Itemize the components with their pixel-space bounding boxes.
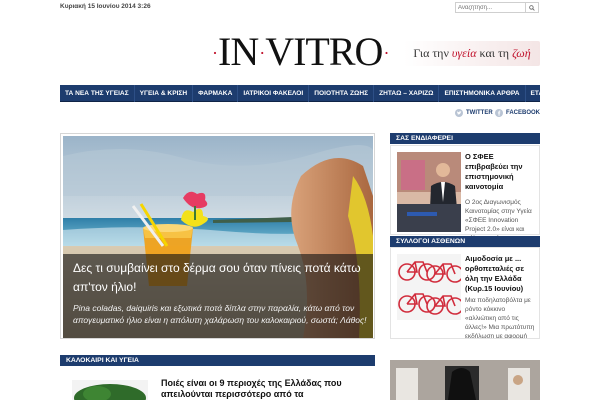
sidebar-article-sfee-title[interactable]: Ο ΣΦΕΕ επιβραβεύει την επιστημονική καιν… — [465, 152, 535, 192]
sidebar-article-blood-donation-title[interactable]: Αιμοδοσία με ... ορθοπεταλιές σε όλη την… — [465, 254, 537, 294]
twitter-link[interactable]: TWITTER — [455, 109, 493, 117]
top-bar: Κυριακή 15 Ιουνίου 2014 3:26 — [0, 0, 600, 16]
current-date: Κυριακή 15 Ιουνίου 2014 3:26 — [60, 3, 151, 10]
search-input[interactable] — [458, 3, 524, 12]
facebook-link[interactable]: FACEBOOK — [495, 109, 540, 117]
nav-item-drugs[interactable]: ΦΑΡΜΑΚΑ — [193, 84, 239, 102]
featured-article-title[interactable]: Δες τι συμβαίνει στο δέρμα σου όταν πίνε… — [73, 259, 369, 297]
nav-item-quality-of-life[interactable]: ΠΟΙΟΤΗΤΑ ΖΩΗΣ — [309, 84, 375, 102]
featured-article[interactable]: Δες τι συμβαίνει στο δέρμα σου όταν πίνε… — [60, 133, 375, 339]
search-button[interactable] — [525, 3, 538, 12]
section-header-interest[interactable]: ΣΑΣ ΕΝΔΙΑΦΕΡΕΙ — [390, 133, 540, 144]
twitter-icon — [455, 109, 463, 117]
sidebar-article-blood-donation-image — [397, 254, 461, 320]
summer-article-title[interactable]: Ποιές είναι οι 9 περιοχές της Ελλάδας πο… — [161, 378, 375, 400]
nav-item-health-news[interactable]: ΤΑ ΝΕΑ ΤΗΣ ΥΓΕΙΑΣ — [60, 84, 135, 102]
main-navigation: ΤΑ ΝΕΑ ΤΗΣ ΥΓΕΙΑΣ ΥΓΕΙΑ & ΚΡΙΣΗ ΦΑΡΜΑΚΑ … — [60, 84, 577, 102]
bottom-right-image — [390, 360, 540, 400]
nav-item-corporate-news[interactable]: ΕΤΑΙΡΙΚΑ ΝΕΑ — [526, 85, 582, 102]
featured-article-excerpt: Pina coladas, daiquiris και εξωτικά ποτά… — [73, 303, 367, 325]
section-header-patient-associations[interactable]: ΣΥΛΛΟΓΟΙ ΑΣΘΕΝΩΝ — [390, 236, 540, 247]
sidebar-article-blood-donation-excerpt: Μια ποδηλατοβόλτα με ρόντο κόκκινο «αλλι… — [465, 297, 535, 339]
nav-item-health-crisis[interactable]: ΥΓΕΙΑ & ΚΡΙΣΗ — [135, 84, 194, 102]
summer-article-image — [72, 380, 148, 400]
logo-dot-icon: · — [383, 42, 389, 63]
search-icon — [529, 4, 535, 11]
sidebar-article-sfee[interactable]: Ο ΣΦΕΕ επιβραβεύει την επιστημονική καιν… — [390, 145, 540, 242]
search-box[interactable] — [455, 2, 539, 13]
sidebar-article-sfee-image — [397, 152, 461, 232]
nav-item-medical-files[interactable]: ΙΑΤΡΙΚΟΙ ΦΑΚΕΛΟΙ — [238, 84, 310, 102]
facebook-icon — [495, 109, 503, 117]
section-header-summer-health[interactable]: ΚΑΛΟΚΑΙΡΙ ΚΑΙ ΥΓΕΙΑ — [60, 355, 375, 366]
nav-item-ask-give[interactable]: ΖΗΤΑΩ – ΧΑΡΙΖΩ — [374, 84, 440, 102]
sidebar-article-blood-donation[interactable]: Αιμοδοσία με ... ορθοπεταλιές σε όλη την… — [390, 247, 540, 339]
featured-article-caption: Δες τι συμβαίνει στο δέρμα σου όταν πίνε… — [63, 254, 373, 338]
site-logo[interactable]: ·IN·VITRO· — [211, 30, 389, 74]
nav-item-scientific-articles[interactable]: ΕΠΙΣΤΗΜΟΝΙΚΑ ΑΡΘΡΑ — [439, 84, 526, 102]
logo-dot-icon: · — [212, 42, 218, 63]
site-tagline: Για την υγεία και τη ζωή — [404, 41, 540, 66]
logo-dot-icon: · — [259, 42, 265, 63]
